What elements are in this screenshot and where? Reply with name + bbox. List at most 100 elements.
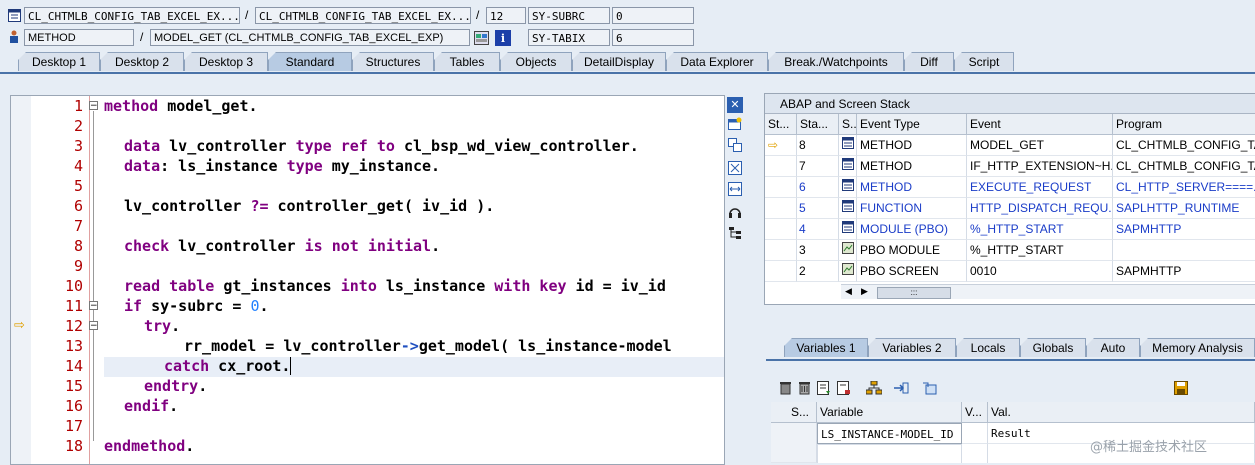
settings-tree-icon[interactable] [727,226,743,242]
program-cell[interactable]: CL_HTTP_SERVER====... [1113,177,1255,198]
tab-objects[interactable]: Objects [500,52,572,71]
program-cell[interactable]: SAPMHTTP [1113,219,1255,240]
variable-name-input[interactable]: LS_INSTANCE-MODEL_ID [817,423,962,444]
tab-globals[interactable]: Globals [1020,338,1086,357]
event-cell[interactable]: %_HTTP_START [967,240,1113,261]
variable-type-cell[interactable] [962,444,988,463]
hierarchy-icon[interactable] [865,380,883,397]
stack-level: 7 [797,156,839,177]
display-object-icon[interactable] [473,30,489,46]
column-header[interactable]: S... [771,402,817,423]
event-type-cell[interactable]: FUNCTION [857,198,967,219]
event-cell[interactable]: EXECUTE_REQUEST [967,177,1113,198]
save-layout-icon[interactable] [1173,381,1189,397]
event-cell[interactable]: HTTP_DISPATCH_REQU... [967,198,1113,219]
tab-auto[interactable]: Auto [1086,338,1140,357]
tab-diff[interactable]: Diff [904,52,954,71]
program-cell[interactable] [1113,240,1255,261]
expand-width-icon[interactable] [727,182,743,198]
tab-script[interactable]: Script [954,52,1014,71]
row-selector[interactable] [771,423,817,463]
code-line: try. [144,317,181,335]
code-line: read table gt_instances into ls_instance… [124,277,666,295]
program-cell[interactable]: CL_CHTMLB_CONFIG_TA... [1113,156,1255,177]
line-number: 8 [73,237,83,255]
new-window-icon[interactable] [727,117,743,133]
program-cell[interactable]: SAPMHTTP [1113,261,1255,282]
event-type-cell[interactable]: PBO MODULE [857,240,967,261]
line-number: 4 [73,157,83,175]
column-header[interactable]: S... [839,114,857,135]
method-icon [839,156,857,177]
line-number: 6 [73,197,83,215]
scroll-thumb[interactable]: ::: [877,287,951,299]
tab-desktop-2[interactable]: Desktop 2 [100,52,184,71]
screen-icon [839,240,857,261]
headset-icon[interactable] [727,205,743,221]
tab-desktop-3[interactable]: Desktop 3 [184,52,268,71]
tab-desktop-1[interactable]: Desktop 1 [18,52,100,71]
event-type-cell[interactable]: METHOD [857,135,967,156]
tab-standard[interactable]: Standard [268,52,352,71]
load-variables-icon[interactable] [836,381,852,397]
tab-tables[interactable]: Tables [434,52,500,71]
info-icon[interactable]: i [495,30,511,46]
column-header[interactable]: V... [962,402,988,423]
tab-data-explorer[interactable]: Data Explorer [666,52,768,71]
tab-locals[interactable]: Locals [956,338,1020,357]
column-header[interactable]: Event Type [857,114,967,135]
sy-subrc-value[interactable]: 0 [612,7,694,24]
fold-toggle[interactable]: − [89,321,98,331]
event-type-cell[interactable]: MODULE (PBO) [857,219,967,240]
event-type-cell[interactable]: METHOD [857,156,967,177]
event-type-cell[interactable]: METHOD [857,177,967,198]
tab-structures[interactable]: Structures [352,52,434,71]
program-cell[interactable]: CL_CHTMLB_CONFIG_TA... [1113,135,1255,156]
column-header[interactable]: St... [765,114,797,135]
navigate-icon[interactable] [893,381,909,397]
horizontal-scrollbar[interactable]: ◀ ▶ ::: [841,284,1255,299]
breakpoint-gutter[interactable] [11,96,31,464]
variable-tabbar: Variables 1 Variables 2 Locals Globals A… [766,338,1255,361]
fold-toggle[interactable]: − [89,101,98,111]
column-header[interactable]: Event [967,114,1113,135]
swap-tool-icon[interactable] [727,138,743,154]
fold-toggle[interactable]: − [89,301,98,311]
stack-status [765,240,797,261]
scroll-left-icon[interactable]: ◀ [845,285,852,299]
tab-break-watchpoints[interactable]: Break./Watchpoints [768,52,904,71]
event-type-cell[interactable]: PBO SCREEN [857,261,967,282]
delete-icon[interactable] [777,381,793,397]
column-header[interactable]: Val. [988,402,1255,423]
event-cell[interactable]: 0010 [967,261,1113,282]
column-header[interactable]: Program [1113,114,1255,135]
delete-all-icon[interactable] [796,381,812,397]
variable-name-input[interactable] [817,444,962,463]
maximize-icon[interactable] [727,161,743,177]
column-header[interactable]: Variable [817,402,962,423]
tab-variables-2[interactable]: Variables 2 [868,338,956,357]
source-editor[interactable]: ⇨ 1 2 3 4 5 6 7 8 9 10 11 12 13 14 15 16… [10,95,725,465]
event-cell[interactable]: IF_HTTP_EXTENSION~H... [967,156,1113,177]
program-cell[interactable]: SAPLHTTP_RUNTIME [1113,198,1255,219]
sy-subrc-name: SY-SUBRC [528,7,610,24]
column-header[interactable]: Sta... [797,114,839,135]
event-cell[interactable]: %_HTTP_START [967,219,1113,240]
sy-tabix-value[interactable]: 6 [612,29,694,46]
scroll-right-icon[interactable]: ▶ [861,285,868,299]
line-number: 9 [73,257,83,275]
stack-level: 2 [797,261,839,282]
close-icon[interactable]: ✕ [727,97,743,113]
desktop-tabbar: Desktop 1 Desktop 2 Desktop 3 Standard S… [0,52,1255,74]
event-cell[interactable]: MODEL_GET [967,135,1113,156]
code-line: endmethod. [104,437,195,455]
tab-detaildisplay[interactable]: DetailDisplay [572,52,666,71]
object-icon[interactable] [922,381,938,397]
tab-variables-1[interactable]: Variables 1 [784,338,868,357]
line-number: 2 [73,117,83,135]
tab-memory-analysis[interactable]: Memory Analysis [1140,338,1255,357]
line-number: 1 [73,97,83,115]
save-variables-icon[interactable] [816,381,832,397]
variable-type-cell[interactable] [962,423,988,444]
line-number: 5 [73,177,83,195]
